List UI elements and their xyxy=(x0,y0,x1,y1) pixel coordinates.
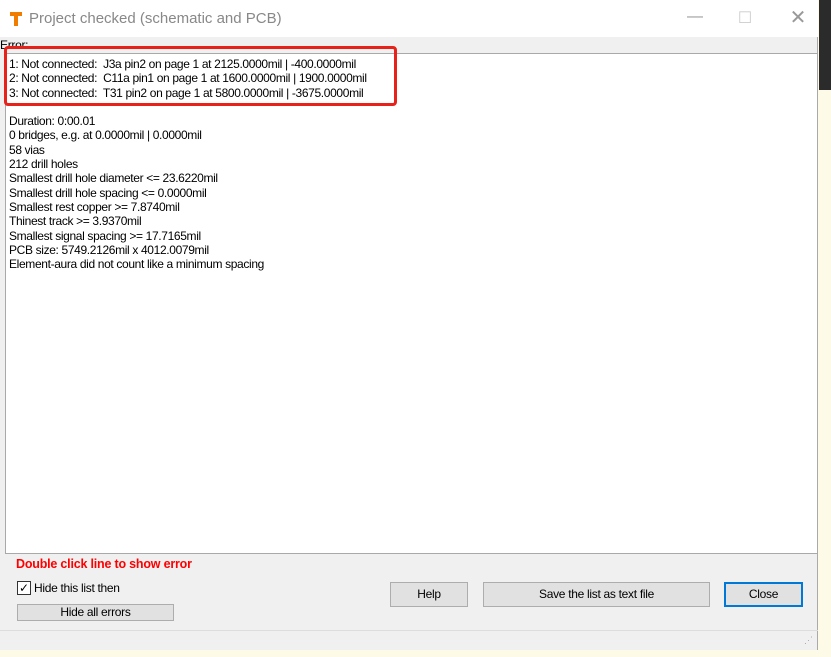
summary-line[interactable]: Smallest rest copper >= 7.8740mil xyxy=(9,200,814,214)
summary-line[interactable]: 212 drill holes xyxy=(9,157,814,171)
summary-line[interactable]: 0 bridges, e.g. at 0.0000mil | 0.0000mil xyxy=(9,128,814,142)
app-logo-icon xyxy=(10,12,22,26)
summary-line[interactable]: Duration: 0:00.01 xyxy=(9,114,814,128)
status-separator xyxy=(0,630,818,631)
help-button[interactable]: Help xyxy=(390,582,468,607)
error-list-label: Error: xyxy=(0,38,29,52)
error-line[interactable]: 2: Not connected: C11a pin1 on page 1 at… xyxy=(9,71,814,85)
project-checked-dialog: Project checked (schematic and PCB) — ☐ … xyxy=(0,0,818,650)
error-list[interactable]: 1: Not connected: J3a pin2 on page 1 at … xyxy=(5,53,818,554)
close-window-button[interactable]: ✕ xyxy=(783,5,813,29)
resize-grip-icon[interactable]: ⋰ xyxy=(804,635,813,646)
summary-line[interactable]: Thinest track >= 3.9370mil xyxy=(9,214,814,228)
hide-list-checkbox[interactable]: ✓ xyxy=(17,581,31,595)
error-line[interactable]: 1: Not connected: J3a pin2 on page 1 at … xyxy=(9,57,814,71)
title-bar[interactable]: Project checked (schematic and PCB) — ☐ … xyxy=(0,0,818,37)
minimize-button[interactable]: — xyxy=(680,8,710,30)
summary-line[interactable]: PCB size: 5749.2126mil x 4012.0079mil xyxy=(9,243,814,257)
summary-line[interactable]: Smallest drill hole spacing <= 0.0000mil xyxy=(9,186,814,200)
hide-list-label[interactable]: Hide this list then xyxy=(34,581,120,595)
maximize-button[interactable]: ☐ xyxy=(730,8,760,30)
window-title: Project checked (schematic and PCB) xyxy=(29,10,282,27)
summary-line[interactable]: 58 vias xyxy=(9,143,814,157)
background-window xyxy=(819,0,831,90)
save-list-button[interactable]: Save the list as text file xyxy=(483,582,710,607)
hide-all-errors-button[interactable]: Hide all errors xyxy=(17,604,174,621)
hint-text: Double click line to show error xyxy=(16,557,192,571)
summary-line[interactable]: Smallest signal spacing >= 17.7165mil xyxy=(9,229,814,243)
summary-line[interactable]: Smallest drill hole diameter <= 23.6220m… xyxy=(9,171,814,185)
summary-line[interactable]: Element-aura did not count like a minimu… xyxy=(9,257,814,271)
close-button[interactable]: Close xyxy=(724,582,803,607)
error-line[interactable]: 3: Not connected: T31 pin2 on page 1 at … xyxy=(9,86,814,100)
